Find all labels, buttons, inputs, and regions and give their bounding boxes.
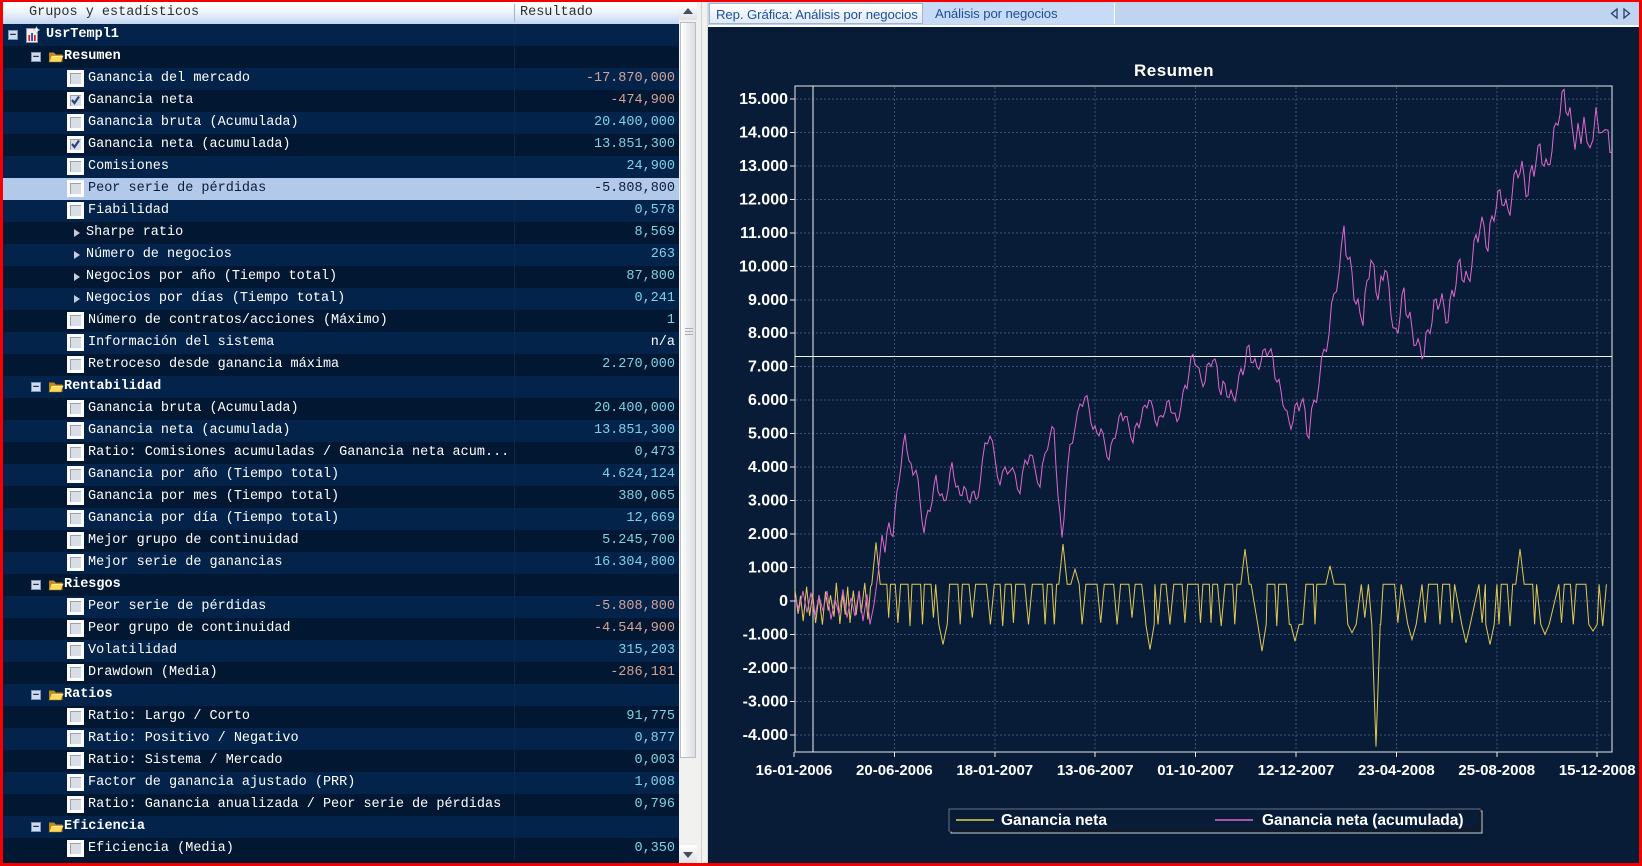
svg-text:01-10-2007: 01-10-2007 xyxy=(1157,762,1234,779)
svg-text:13-06-2007: 13-06-2007 xyxy=(1057,762,1134,779)
svg-text:-3.000: -3.000 xyxy=(743,693,788,710)
svg-text:9.000: 9.000 xyxy=(748,292,788,309)
svg-text:13.000: 13.000 xyxy=(739,158,788,175)
svg-text:18-01-2007: 18-01-2007 xyxy=(956,762,1033,779)
svg-text:0: 0 xyxy=(779,593,788,610)
svg-text:10.000: 10.000 xyxy=(739,258,788,275)
svg-text:15.000: 15.000 xyxy=(739,91,788,108)
svg-text:8.000: 8.000 xyxy=(748,325,788,342)
svg-text:15-12-2008: 15-12-2008 xyxy=(1559,762,1636,779)
svg-text:4.000: 4.000 xyxy=(748,459,788,476)
svg-text:23-04-2008: 23-04-2008 xyxy=(1358,762,1435,779)
svg-text:-1.000: -1.000 xyxy=(743,627,788,644)
svg-text:20-06-2006: 20-06-2006 xyxy=(856,762,933,779)
svg-text:14.000: 14.000 xyxy=(739,124,788,141)
svg-text:12.000: 12.000 xyxy=(739,191,788,208)
svg-text:Ganancia neta (acumulada): Ganancia neta (acumulada) xyxy=(1262,812,1464,829)
svg-text:7.000: 7.000 xyxy=(748,359,788,376)
svg-text:3.000: 3.000 xyxy=(748,493,788,510)
svg-text:-2.000: -2.000 xyxy=(743,660,788,677)
svg-text:-4.000: -4.000 xyxy=(743,727,788,744)
svg-text:1.000: 1.000 xyxy=(748,560,788,577)
svg-text:6.000: 6.000 xyxy=(748,392,788,409)
svg-text:Ganancia neta: Ganancia neta xyxy=(1001,812,1107,829)
svg-text:2.000: 2.000 xyxy=(748,526,788,543)
svg-text:16-01-2006: 16-01-2006 xyxy=(756,762,833,779)
svg-text:11.000: 11.000 xyxy=(740,225,788,242)
svg-text:25-08-2008: 25-08-2008 xyxy=(1458,762,1535,779)
svg-text:12-12-2007: 12-12-2007 xyxy=(1258,762,1335,779)
svg-text:5.000: 5.000 xyxy=(748,426,788,443)
svg-text:Resumen: Resumen xyxy=(1134,61,1214,80)
